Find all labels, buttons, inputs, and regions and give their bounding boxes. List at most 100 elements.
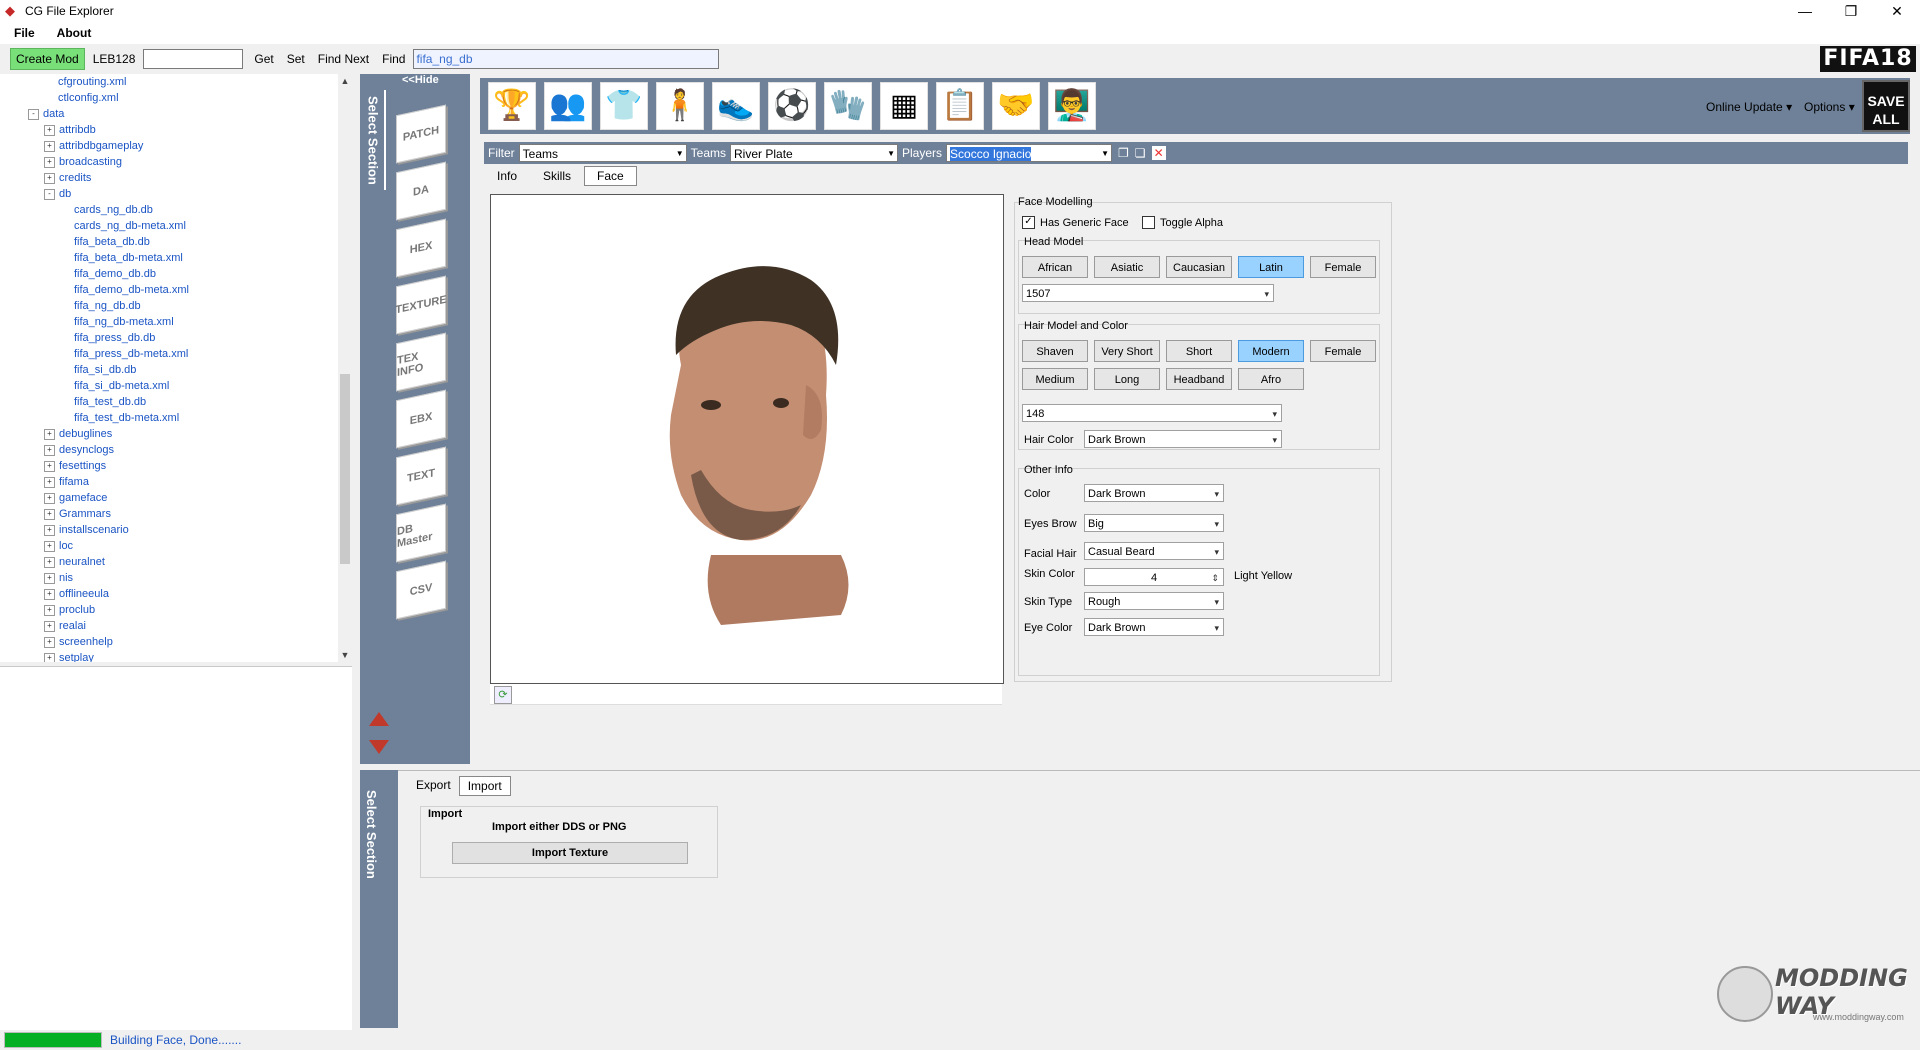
tree-item[interactable]: + desynclogs <box>0 442 350 458</box>
hair-model-select[interactable]: 148 ▾ <box>1022 404 1282 422</box>
expand-icon[interactable]: + <box>44 636 55 648</box>
bottom-select-section-tab[interactable]: Select Section <box>364 790 379 879</box>
tree-item[interactable]: + offlineeula <box>0 586 350 602</box>
expand-icon[interactable]: + <box>44 172 55 184</box>
refresh-icon[interactable]: ⟳ <box>494 686 512 704</box>
tab-skills[interactable]: Skills <box>530 166 584 186</box>
trophy-icon[interactable]: 🏆 <box>488 82 536 130</box>
tree-item[interactable]: + installscenario <box>0 522 350 538</box>
hide-button[interactable]: <<Hide <box>402 74 439 86</box>
select-section-tab[interactable]: Select Section <box>362 90 386 190</box>
head-african-button[interactable]: African <box>1022 256 1088 278</box>
players-select[interactable]: Scocco Ignacio ▼ <box>946 144 1113 162</box>
tab-export[interactable]: Export <box>408 776 459 796</box>
hair-shaven-button[interactable]: Shaven <box>1022 340 1088 362</box>
eye-color-select[interactable]: Dark Brown ▾ <box>1084 618 1224 636</box>
tree-item[interactable]: + credits <box>0 170 350 186</box>
facial-hair-select[interactable]: Casual Beard ▾ <box>1084 542 1224 560</box>
head-latin-button[interactable]: Latin <box>1238 256 1304 278</box>
collapse-icon[interactable]: - <box>44 188 55 200</box>
gloves-icon[interactable]: 🧤 <box>824 82 872 130</box>
tree-item[interactable]: fifa_si_db-meta.xml <box>0 378 350 394</box>
expand-icon[interactable]: + <box>44 492 55 504</box>
hair-very-short-button[interactable]: Very Short <box>1094 340 1160 362</box>
skin-type-select[interactable]: Rough ▾ <box>1084 592 1224 610</box>
expand-icon[interactable]: + <box>44 140 55 152</box>
arrow-down-icon[interactable] <box>369 740 389 754</box>
tree-item[interactable]: + debuglines <box>0 426 350 442</box>
tree-item[interactable]: - db <box>0 186 350 202</box>
tree-item[interactable]: + attribdb <box>0 122 350 138</box>
eyes-brow-select[interactable]: Big ▾ <box>1084 514 1224 532</box>
menu-about[interactable]: About <box>43 26 100 40</box>
tree-item[interactable]: + Grammars <box>0 506 350 522</box>
tree-item[interactable]: + attribdbgameplay <box>0 138 350 154</box>
delete-icon[interactable]: ✕ <box>1151 146 1166 160</box>
expand-icon[interactable]: + <box>44 572 55 584</box>
stepper-arrows-icon[interactable]: ⇕ <box>1211 569 1219 587</box>
scroll-thumb[interactable] <box>340 374 350 564</box>
tree-item[interactable]: + proclub <box>0 602 350 618</box>
expand-icon[interactable]: + <box>44 556 55 568</box>
boot-icon[interactable]: 👟 <box>712 82 760 130</box>
get-button[interactable]: Get <box>249 52 278 66</box>
expand-icon[interactable]: + <box>44 444 55 456</box>
tree-item[interactable]: + broadcasting <box>0 154 350 170</box>
hair-medium-button[interactable]: Medium <box>1022 368 1088 390</box>
expand-icon[interactable]: + <box>44 124 55 136</box>
hair-headband-button[interactable]: Headband <box>1166 368 1232 390</box>
face-3d-viewer[interactable] <box>490 194 1004 684</box>
players-icon[interactable]: 👥 <box>544 82 592 130</box>
has-generic-face-checkbox[interactable]: ✓ Has Generic Face <box>1022 216 1129 229</box>
teams-select[interactable]: River Plate ▼ <box>730 144 899 162</box>
options-menu[interactable]: Options ▾ <box>1804 100 1855 114</box>
expand-icon[interactable]: + <box>44 508 55 520</box>
expand-icon[interactable]: + <box>44 156 55 168</box>
find-input[interactable]: fifa_ng_db <box>413 49 720 69</box>
tree-item[interactable]: + realai <box>0 618 350 634</box>
hair-afro-button[interactable]: Afro <box>1238 368 1304 390</box>
scroll-up-icon[interactable]: ▲ <box>338 74 352 88</box>
create-mod-button[interactable]: Create Mod <box>10 48 85 70</box>
find-button[interactable]: Find <box>377 52 410 66</box>
expand-icon[interactable]: + <box>44 460 55 472</box>
file-tree[interactable]: cfgrouting.xml ctlconfig.xml - data + attribd… <box>0 74 351 662</box>
expand-icon[interactable]: + <box>44 476 55 488</box>
tree-item[interactable]: + screenhelp <box>0 634 350 650</box>
tree-item[interactable]: fifa_press_db-meta.xml <box>0 346 350 362</box>
hair-short-button[interactable]: Short <box>1166 340 1232 362</box>
tree-item[interactable]: cfgrouting.xml <box>0 74 350 90</box>
tree-item[interactable]: fifa_test_db-meta.xml <box>0 410 350 426</box>
minimize-button[interactable]: — <box>1782 0 1828 22</box>
tab-info[interactable]: Info <box>484 166 530 186</box>
tree-item[interactable]: cards_ng_db.db <box>0 202 350 218</box>
board-icon[interactable]: ▦ <box>880 82 928 130</box>
tree-scrollbar[interactable]: ▲ ▼ <box>338 74 352 662</box>
expand-icon[interactable]: + <box>44 540 55 552</box>
tree-item[interactable]: fifa_si_db.db <box>0 362 350 378</box>
import-texture-button[interactable]: Import Texture <box>452 842 688 864</box>
set-button[interactable]: Set <box>282 52 310 66</box>
head-asiatic-button[interactable]: Asiatic <box>1094 256 1160 278</box>
expand-icon[interactable]: + <box>44 620 55 632</box>
head-caucasian-button[interactable]: Caucasian <box>1166 256 1232 278</box>
maximize-button[interactable]: ❐ <box>1828 0 1874 22</box>
collapse-icon[interactable]: - <box>28 108 39 120</box>
ball-icon[interactable]: ⚽ <box>768 82 816 130</box>
tree-item[interactable]: + nis <box>0 570 350 586</box>
leb128-input[interactable] <box>143 49 244 69</box>
expand-icon[interactable]: + <box>44 604 55 616</box>
arrow-up-icon[interactable] <box>369 712 389 726</box>
scroll-down-icon[interactable]: ▼ <box>338 648 352 662</box>
tree-item[interactable]: + gameface <box>0 490 350 506</box>
save-all-button[interactable]: SAVE ALL <box>1862 80 1910 132</box>
tree-item[interactable]: + fesettings <box>0 458 350 474</box>
hair-color-select[interactable]: Dark Brown ▾ <box>1084 430 1282 448</box>
head-model-select[interactable]: 1507 ▾ <box>1022 284 1274 302</box>
tree-item[interactable]: + fifama <box>0 474 350 490</box>
coach-icon[interactable]: 👨‍🏫 <box>1048 82 1096 130</box>
color-select[interactable]: Dark Brown ▾ <box>1084 484 1224 502</box>
expand-icon[interactable]: + <box>44 524 55 536</box>
tree-item[interactable]: fifa_press_db.db <box>0 330 350 346</box>
tree-item[interactable]: fifa_ng_db-meta.xml <box>0 314 350 330</box>
